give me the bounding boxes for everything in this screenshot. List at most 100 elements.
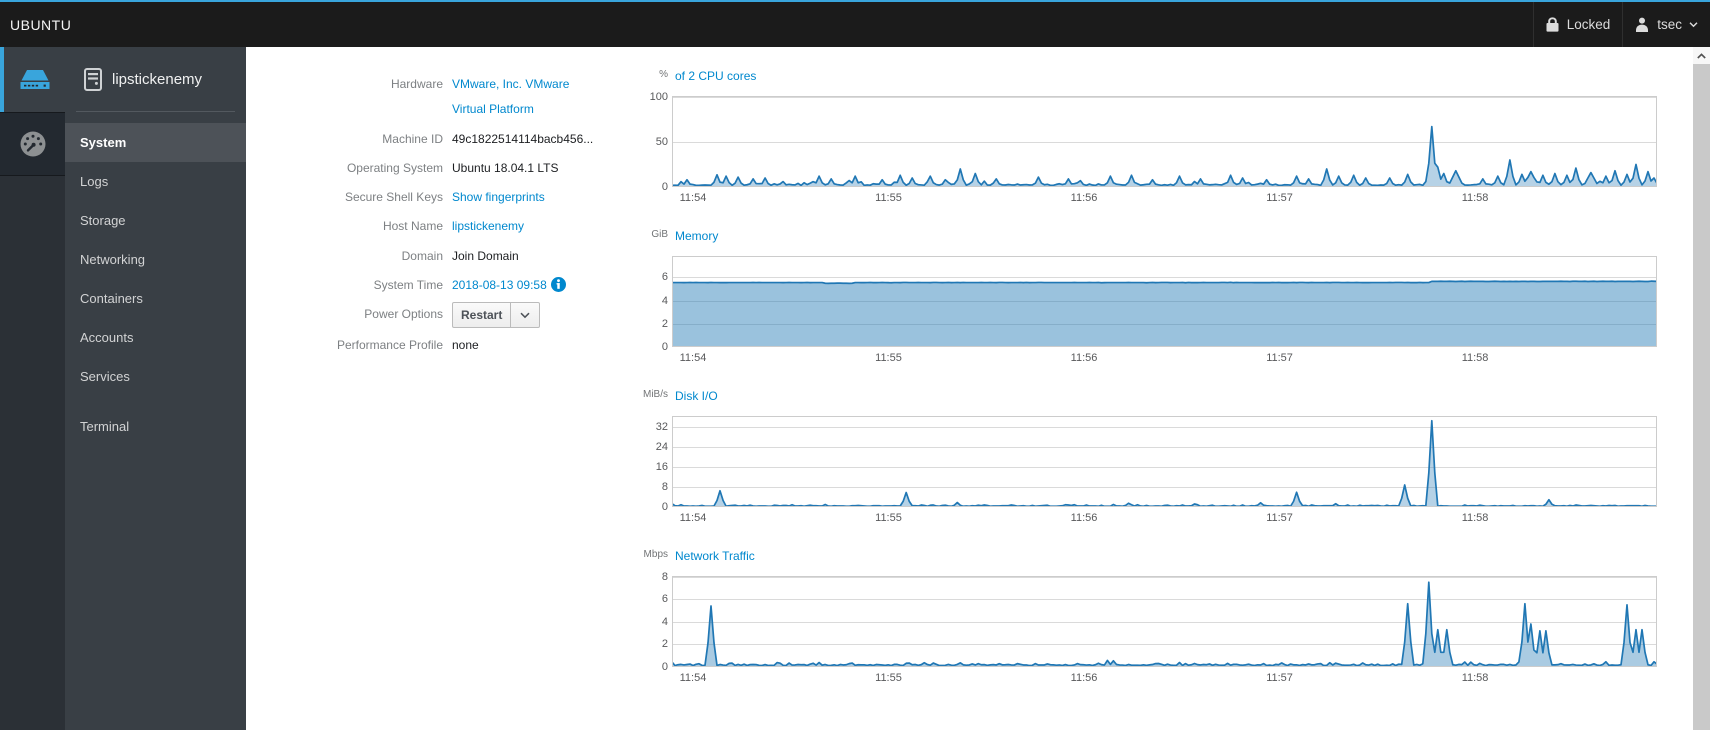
sidebar-item-services[interactable]: Services — [65, 357, 246, 396]
chart-unit-disk-io: MiB/s — [643, 389, 668, 400]
sidebar-menu: System Logs Storage Networking Containers Acc… — [65, 112, 246, 446]
info-value-domain: Join Domain — [452, 244, 604, 269]
xtick-cpu-2: 11:56 — [1070, 192, 1098, 204]
chevron-down-icon — [520, 312, 530, 319]
ytick-memory-6: 6 — [661, 271, 668, 284]
info-icon[interactable] — [550, 277, 566, 293]
top-navbar: UBUNTU Locked tsec — [0, 0, 1710, 47]
chart-header-memory: GiB Memory — [651, 229, 718, 249]
restart-button[interactable]: Restart — [452, 302, 512, 329]
host-name-label: lipstickenemy — [112, 70, 203, 88]
host-name-link[interactable]: lipstickenemy — [452, 219, 524, 233]
chart-unit-memory: GiB — [651, 229, 668, 240]
info-label-operating-system: Operating System — [346, 160, 443, 175]
scroll-up-button[interactable] — [1693, 47, 1710, 64]
info-value-power-options: Restart — [452, 302, 604, 329]
info-label-system-time: System Time — [373, 278, 443, 293]
ytick-cpu-50: 50 — [655, 135, 668, 148]
ytick-memory-2: 2 — [661, 317, 668, 330]
domain-action-link[interactable]: Join Domain — [452, 249, 519, 263]
info-value-host-name: lipstickenemy — [452, 214, 604, 239]
xtick-network-traffic-2: 11:56 — [1070, 672, 1098, 684]
sidebar-item-storage[interactable]: Storage — [65, 201, 246, 240]
xtick-cpu-3: 11:57 — [1266, 192, 1293, 204]
chart-plot-cpu — [672, 96, 1657, 187]
chart-title-cpu[interactable]: of 2 CPU cores — [675, 69, 756, 83]
info-label-domain: Domain — [401, 248, 443, 263]
dashboard-button[interactable] — [0, 112, 65, 176]
xtick-cpu-0: 11:54 — [679, 192, 707, 204]
info-value-hardware: VMware, Inc. VMware Virtual Platform — [452, 72, 604, 123]
chart-plot-disk-io — [672, 416, 1657, 507]
xtick-memory-0: 11:54 — [679, 352, 707, 364]
scrollbar-thumb[interactable] — [1693, 64, 1710, 730]
sidebar: lipstickenemy System Logs Storage Networkin… — [65, 47, 246, 730]
xtick-cpu-1: 11:55 — [875, 192, 902, 204]
xtick-disk-io-1: 11:55 — [875, 512, 902, 524]
hardware-link[interactable]: VMware, Inc. VMware Virtual Platform — [452, 77, 569, 116]
info-label-hardware: Hardware — [390, 77, 443, 91]
host-icon — [84, 67, 102, 91]
user-icon — [1636, 17, 1649, 32]
sidebar-item-containers[interactable]: Containers — [65, 279, 246, 318]
info-value-performance-profile: none — [452, 337, 479, 352]
xtick-memory-1: 11:55 — [875, 352, 902, 364]
server-icon — [20, 70, 49, 89]
xtick-memory-2: 11:56 — [1070, 352, 1098, 364]
ytick-disk-io-8: 8 — [661, 481, 668, 493]
info-row-secure-shell-keys: Secure Shell Keys Show fingerprints — [283, 185, 604, 210]
sidebar-item-networking[interactable]: Networking — [65, 240, 246, 279]
user-menu[interactable]: tsec — [1622, 2, 1710, 47]
ytick-cpu-100: 100 — [649, 90, 668, 103]
info-value-machine-id: 49c1822514114bacb456... — [452, 131, 594, 146]
xtick-disk-io-3: 11:57 — [1266, 512, 1293, 524]
xtick-disk-io-4: 11:58 — [1461, 512, 1489, 524]
chart-plot-memory — [672, 256, 1657, 347]
info-row-performance-profile: Performance Profile none — [283, 333, 604, 358]
brand-title: UBUNTU — [10, 16, 72, 33]
chart-network-traffic: Mbps Network Traffic 0 2 4 6 8 11:54 11:55 11:56 1… — [644, 549, 1657, 730]
ytick-network-traffic-6: 6 — [661, 593, 668, 606]
chart-title-network-traffic[interactable]: Network Traffic — [675, 549, 755, 563]
secure-shell-keys-link[interactable]: Show fingerprints — [452, 190, 545, 204]
xtick-cpu-4: 11:58 — [1461, 192, 1489, 204]
vertical-scrollbar — [1693, 47, 1710, 730]
sidebar-item-accounts[interactable]: Accounts — [65, 318, 246, 357]
chevron-down-icon — [1689, 22, 1698, 28]
info-value-operating-system: Ubuntu 18.04.1 LTS — [452, 160, 559, 175]
chart-header-network-traffic: Mbps Network Traffic — [644, 549, 755, 569]
ytick-memory-4: 4 — [661, 294, 668, 307]
system-info-panel: Hardware VMware, Inc. VMware Virtual Plat… — [283, 72, 604, 362]
system-time-link[interactable]: 2018-08-13 09:58 — [452, 278, 547, 292]
ytick-disk-io-32: 32 — [655, 421, 668, 433]
ytick-network-traffic-2: 2 — [661, 638, 668, 651]
chart-disk-io: MiB/s Disk I/O 0 8 16 24 32 11:54 11:55 11:56 11:5… — [643, 389, 1657, 576]
power-options-caret-button[interactable] — [511, 302, 541, 329]
chart-header-disk-io: MiB/s Disk I/O — [643, 389, 718, 409]
info-row-power-options: Power Options Restart — [283, 302, 604, 329]
info-value-secure-shell-keys: Show fingerprints — [452, 185, 604, 210]
lock-indicator[interactable]: Locked — [1532, 2, 1623, 47]
chart-cpu: % of 2 CPU cores 0 50 100 11:54 11:55 11:56 11:5… — [650, 69, 1657, 256]
info-label-power-options: Power Options — [364, 307, 443, 322]
lock-icon — [1546, 17, 1559, 32]
info-row-operating-system: Operating System Ubuntu 18.04.1 LTS — [283, 156, 604, 181]
chart-title-memory[interactable]: Memory — [675, 229, 718, 243]
host-label-row: lipstickenemy — [65, 47, 246, 111]
sidebar-item-terminal[interactable]: Terminal — [65, 407, 246, 446]
ytick-disk-io-16: 16 — [655, 461, 668, 473]
chart-memory: GiB Memory 0 2 4 6 11:54 11:55 11:56 11:57 11:58 — [651, 229, 1657, 416]
ytick-disk-io-24: 24 — [655, 441, 668, 453]
chart-plot-network-traffic — [672, 576, 1657, 667]
info-value-system-time: 2018-08-13 09:58 — [452, 273, 604, 298]
power-options-split-button: Restart — [452, 302, 541, 329]
machine-item-selected[interactable] — [0, 47, 65, 112]
info-row-host-name: Host Name lipstickenemy — [283, 214, 604, 239]
chart-unit-cpu: % — [659, 69, 668, 80]
sidebar-item-system[interactable]: System — [65, 123, 246, 162]
sidebar-item-logs[interactable]: Logs — [65, 162, 246, 201]
chart-title-disk-io[interactable]: Disk I/O — [675, 389, 718, 403]
xtick-network-traffic-4: 11:58 — [1461, 672, 1489, 684]
xtick-network-traffic-3: 11:57 — [1266, 672, 1293, 684]
machines-strip — [0, 47, 65, 730]
